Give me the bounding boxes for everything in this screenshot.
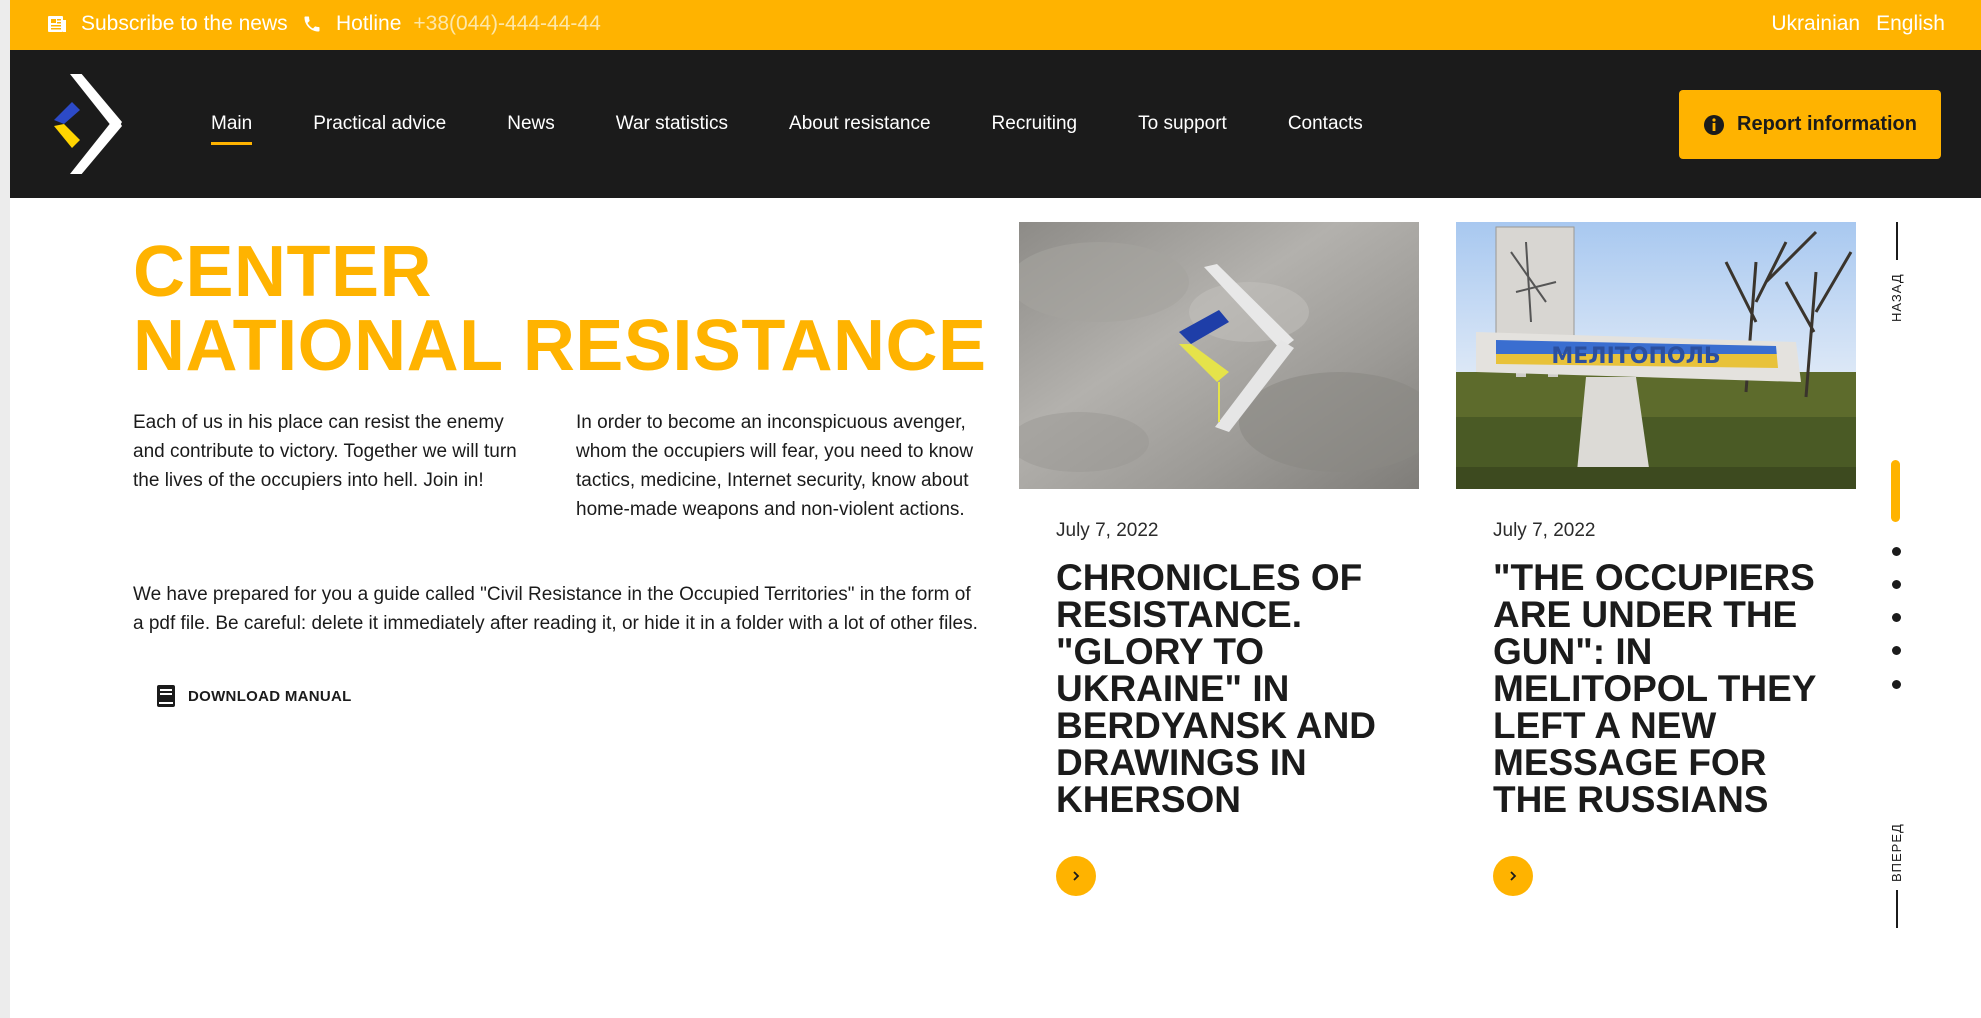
nav-menu: Main Practical advice News War statistic… (211, 50, 1424, 198)
book-icon (157, 685, 175, 707)
download-manual-button[interactable]: DOWNLOAD MANUAL (156, 684, 352, 708)
slider-dot[interactable] (1892, 580, 1901, 589)
report-information-button[interactable]: Report information (1679, 90, 1941, 159)
page: Subscribe to the news Hotline +38(044)-4… (10, 0, 1981, 1018)
sign-text: МЕЛІТОПОЛЬ (1551, 344, 1720, 369)
news-image-graffiti[interactable] (1019, 222, 1419, 489)
subscribe-link[interactable]: Subscribe to the news (47, 12, 288, 36)
slider-dot[interactable] (1892, 680, 1901, 689)
hero-title: CENTER NATIONAL RESISTANCE (133, 235, 987, 383)
hotline[interactable]: Hotline +38(044)-444-44-44 (302, 12, 601, 36)
hero-title-line1: CENTER (133, 232, 433, 312)
hero-paragraph-2: In order to become an inconspicuous aven… (576, 412, 974, 520)
newspaper-icon (48, 16, 66, 32)
news-date: July 7, 2022 (1056, 520, 1159, 541)
nav-item-war-statistics[interactable]: War statistics (616, 50, 728, 198)
lang-ukrainian[interactable]: Ukrainian (1771, 12, 1860, 36)
nav-item-recruiting[interactable]: Recruiting (992, 50, 1078, 198)
news-image-melitopol-sign[interactable]: МЕЛІТОПОЛЬ (1456, 222, 1856, 489)
slider-dot[interactable] (1892, 646, 1901, 655)
hotline-label: Hotline (336, 12, 402, 35)
main-nav: Main Practical advice News War statistic… (10, 50, 1981, 198)
phone-icon (304, 16, 320, 32)
nav-item-about-resistance[interactable]: About resistance (789, 50, 931, 198)
hero-title-line2: NATIONAL RESISTANCE (133, 306, 987, 386)
language-switcher: Ukrainian English (1771, 12, 1945, 36)
slider-back-line (1896, 222, 1898, 260)
slider-back-button[interactable]: НАЗАД (1889, 273, 1904, 322)
news-card[interactable]: July 7, 2022 CHRONICLES OF RESISTANCE. "… (1019, 222, 1419, 896)
top-bar: Subscribe to the news Hotline +38(044)-4… (10, 0, 1981, 50)
news-read-more-button[interactable] (1056, 856, 1096, 896)
news-title[interactable]: CHRONICLES OF RESISTANCE. "GLORY TO UKRA… (1056, 559, 1406, 818)
chevron-right-icon (1073, 871, 1080, 881)
info-icon (1704, 114, 1724, 135)
slider-dot[interactable] (1892, 613, 1901, 622)
nav-item-practical-advice[interactable]: Practical advice (313, 50, 446, 198)
lang-english[interactable]: English (1876, 12, 1945, 36)
nav-item-to-support[interactable]: To support (1138, 50, 1227, 198)
slider-active-indicator[interactable] (1891, 460, 1900, 522)
news-read-more-button[interactable] (1493, 856, 1533, 896)
hotline-number[interactable]: +38(044)-444-44-44 (413, 12, 600, 36)
slider-dot[interactable] (1892, 547, 1901, 556)
slider-forward-line (1896, 890, 1898, 928)
news-card[interactable]: МЕЛІТОПОЛЬ July 7, 2022 "THE OCCUPIERS A… (1456, 222, 1856, 896)
news-date: July 7, 2022 (1493, 520, 1596, 541)
hero-paragraph-3: We have prepared for you a guide called … (133, 584, 978, 634)
nav-item-contacts[interactable]: Contacts (1288, 50, 1363, 198)
subscribe-label: Subscribe to the news (81, 12, 288, 35)
chevron-right-icon (1510, 871, 1517, 881)
nav-item-news[interactable]: News (507, 50, 555, 198)
news-title[interactable]: "THE OCCUPIERS ARE UNDER THE GUN": IN ME… (1493, 559, 1843, 818)
logo[interactable] (50, 74, 132, 174)
report-button-label: Report information (1737, 113, 1917, 135)
nav-item-main[interactable]: Main (211, 50, 253, 198)
hero-paragraph-1: Each of us in his place can resist the e… (133, 412, 517, 491)
slider-forward-button[interactable]: ВПЕРЕД (1889, 823, 1904, 882)
download-manual-label: DOWNLOAD MANUAL (188, 687, 352, 705)
